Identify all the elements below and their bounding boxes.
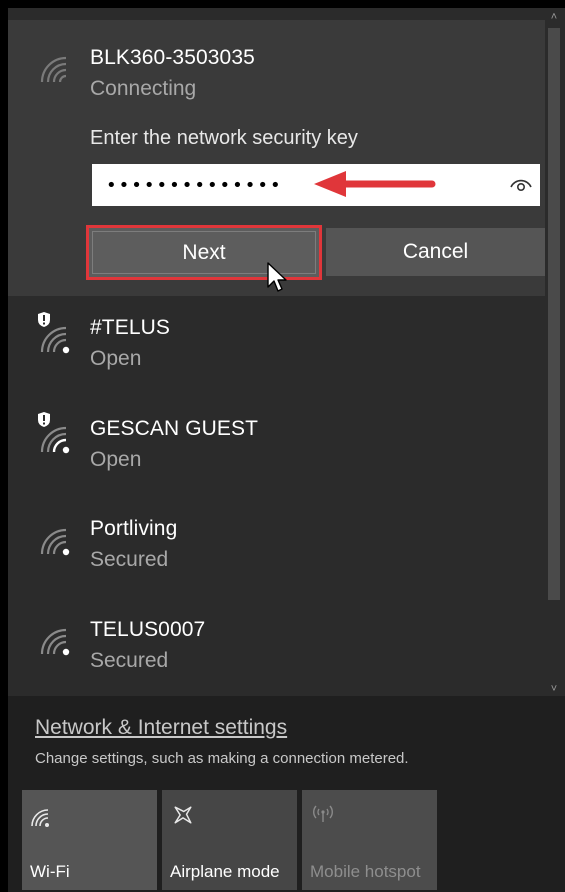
network-status: Secured: [90, 548, 169, 571]
network-status: Open: [90, 347, 142, 370]
cancel-button-label: Cancel: [402, 240, 469, 263]
wifi-signal-icon: [38, 412, 70, 454]
reveal-password-icon[interactable]: [508, 172, 534, 196]
network-status: Connecting: [90, 77, 197, 100]
hotspot-icon: [313, 805, 333, 822]
wifi-signal-icon: [40, 56, 67, 83]
network-status: Secured: [90, 649, 169, 672]
next-button-label: Next: [182, 240, 226, 264]
quick-action-mobile-hotspot: Mobile hotspot: [302, 790, 437, 890]
mouse-cursor-icon: [267, 262, 287, 292]
network-name: #TELUS: [90, 316, 170, 339]
annotation-arrow-icon: [314, 171, 436, 197]
scrollbar-thumb[interactable]: [548, 28, 560, 600]
cancel-button[interactable]: Cancel: [326, 228, 545, 276]
quick-action-wifi[interactable]: Wi-Fi: [22, 790, 157, 890]
wifi-signal-icon: [40, 628, 70, 656]
network-name: TELUS0007: [90, 618, 206, 641]
scroll-down-icon[interactable]: ˅: [548, 682, 560, 696]
network-name: BLK360-3503035: [90, 46, 255, 69]
network-settings-description: Change settings, such as making a connec…: [35, 750, 409, 767]
scroll-up-icon[interactable]: ˄: [548, 10, 560, 24]
network-name: Portliving: [90, 517, 178, 540]
wifi-icon: [31, 809, 49, 827]
tile-label: Mobile hotspot: [310, 862, 421, 881]
tile-label: Wi-Fi: [30, 862, 70, 881]
wifi-signal-icon: [38, 312, 70, 354]
network-name: GESCAN GUEST: [90, 417, 259, 440]
wifi-signal-icon: [40, 528, 70, 556]
network-status: Open: [90, 448, 142, 471]
network-settings-link[interactable]: Network & Internet settings: [35, 716, 287, 740]
tile-label: Airplane mode: [170, 862, 280, 881]
airplane-icon: [174, 806, 192, 824]
security-key-prompt: Enter the network security key: [90, 127, 358, 149]
quick-action-airplane-mode[interactable]: Airplane mode: [162, 790, 297, 890]
